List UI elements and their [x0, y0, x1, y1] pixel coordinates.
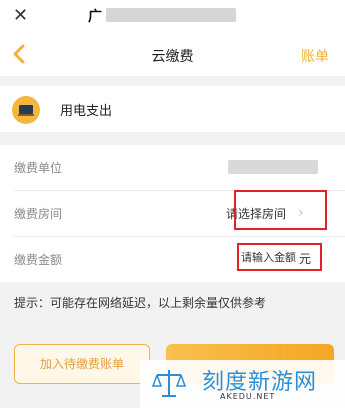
page-title: 云缴费 — [151, 49, 194, 65]
unit-row: 缴费单位 — [0, 145, 345, 190]
service-label: 用电支出 — [60, 104, 113, 119]
hint-text: 提示：可能存在网络延迟，以上剩余量仅供参考 — [14, 296, 267, 310]
scale-logo-icon — [152, 370, 186, 397]
room-label: 缴费房间 — [14, 207, 63, 221]
bill-link[interactable]: 账单 — [301, 46, 329, 66]
tv-icon — [12, 96, 40, 124]
service-card: 用电支出 — [0, 86, 345, 132]
top-bar: ✕ 广 — [0, 0, 345, 34]
redacted-unit-value — [228, 160, 318, 174]
add-to-pending-button[interactable]: 加入待缴费账单 — [14, 344, 150, 384]
close-icon[interactable]: ✕ — [13, 5, 28, 27]
redacted-title — [106, 8, 236, 22]
nav-bar: 云缴费 账单 — [0, 34, 345, 77]
window-title: 广 — [88, 9, 102, 25]
watermark: 刻度新游网 AKEDU.NET — [140, 360, 345, 408]
watermark-url: AKEDU.NET — [220, 392, 276, 401]
amount-highlight-box — [237, 243, 322, 271]
room-highlight-box — [234, 190, 327, 230]
amount-label: 缴费金额 — [14, 253, 63, 267]
unit-label: 缴费单位 — [14, 161, 63, 175]
